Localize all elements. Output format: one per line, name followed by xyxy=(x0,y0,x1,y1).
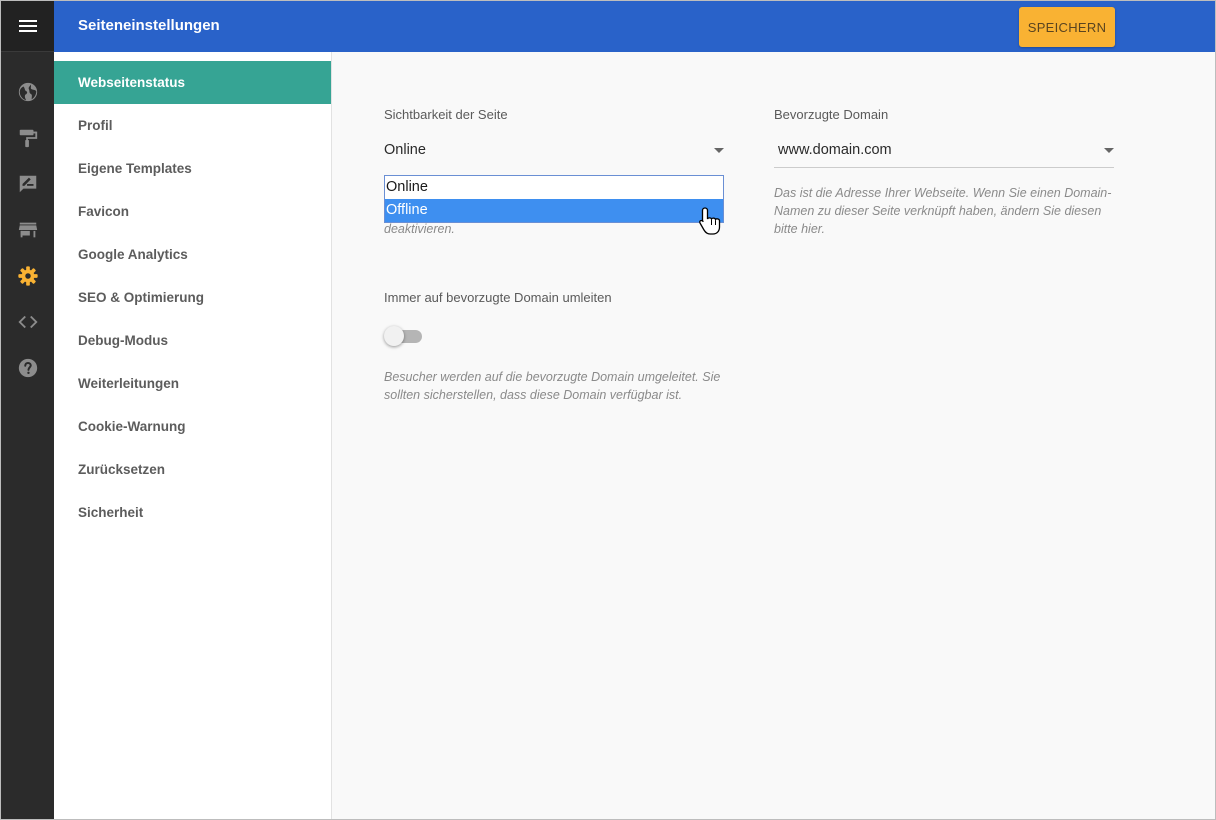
domain-select[interactable]: www.domain.com xyxy=(774,132,1114,168)
sidebar-item-debug-modus[interactable]: Debug-Modus xyxy=(54,319,331,362)
sidebar-item-webseitenstatus[interactable]: Webseitenstatus xyxy=(54,61,331,104)
page-title: Seiteneinstellungen xyxy=(78,17,220,34)
visibility-selected-value: Online xyxy=(384,142,426,158)
domain-hint: Das ist die Adresse Ihrer Webseite. Wenn… xyxy=(774,186,1112,236)
menu-icon xyxy=(18,20,37,32)
rail-item-shop[interactable] xyxy=(1,210,54,250)
rail-item-help[interactable] xyxy=(1,348,54,388)
app-window: Seiteneinstellungen SPEICHERN Webseitens… xyxy=(0,0,1216,820)
sidebar-item-google-analytics[interactable]: Google Analytics xyxy=(54,233,331,276)
rail-item-design[interactable] xyxy=(1,118,54,158)
code-icon xyxy=(17,315,38,329)
settings-content: Sichtbarkeit der Seite Online deaktivier… xyxy=(332,52,1215,819)
sidebar-item-zuruecksetzen[interactable]: Zurücksetzen xyxy=(54,448,331,491)
gear-icon xyxy=(17,266,38,286)
paint-roller-icon xyxy=(19,129,37,148)
save-button[interactable]: SPEICHERN xyxy=(1019,7,1115,47)
dropdown-arrow-icon xyxy=(714,148,724,153)
redirect-hint: Besucher werden auf die bevorzugte Domai… xyxy=(384,370,721,402)
edit-note-icon xyxy=(19,175,36,193)
option-online[interactable]: Online xyxy=(385,176,723,199)
sidebar-item-profil[interactable]: Profil xyxy=(54,104,331,147)
visibility-select[interactable]: Online xyxy=(384,132,724,168)
dropdown-arrow-icon xyxy=(1104,148,1114,153)
option-offline[interactable]: Offline xyxy=(385,199,723,222)
store-icon xyxy=(18,222,37,238)
help-icon xyxy=(18,358,37,378)
sidebar-item-eigene-templates[interactable]: Eigene Templates xyxy=(54,147,331,190)
sidebar-item-cookie-warnung[interactable]: Cookie-Warnung xyxy=(54,405,331,448)
rail-item-web[interactable] xyxy=(1,72,54,112)
visibility-label: Sichtbarkeit der Seite xyxy=(384,107,508,122)
globe-icon xyxy=(18,82,37,102)
sidebar-item-weiterleitungen[interactable]: Weiterleitungen xyxy=(54,362,331,405)
visibility-options-list: Online Offline xyxy=(384,175,724,223)
rail-item-settings[interactable] xyxy=(1,256,54,296)
redirect-label: Immer auf bevorzugte Domain umleiten xyxy=(384,290,612,305)
hand-pointer-icon xyxy=(699,207,721,235)
domain-selected-value: www.domain.com xyxy=(778,142,892,158)
domain-label: Bevorzugte Domain xyxy=(774,107,889,122)
menu-button[interactable] xyxy=(1,1,54,52)
redirect-toggle[interactable] xyxy=(384,326,424,346)
top-app-bar: Seiteneinstellungen SPEICHERN xyxy=(54,1,1215,52)
sidebar-item-favicon[interactable]: Favicon xyxy=(54,190,331,233)
sidebar-item-sicherheit[interactable]: Sicherheit xyxy=(54,491,331,534)
icon-rail xyxy=(1,1,54,819)
rail-item-code[interactable] xyxy=(1,302,54,342)
sidebar-item-seo[interactable]: SEO & Optimierung xyxy=(54,276,331,319)
settings-sidebar: Webseitenstatus Profil Eigene Templates … xyxy=(54,52,332,819)
rail-item-content[interactable] xyxy=(1,164,54,204)
toggle-knob xyxy=(384,326,404,346)
